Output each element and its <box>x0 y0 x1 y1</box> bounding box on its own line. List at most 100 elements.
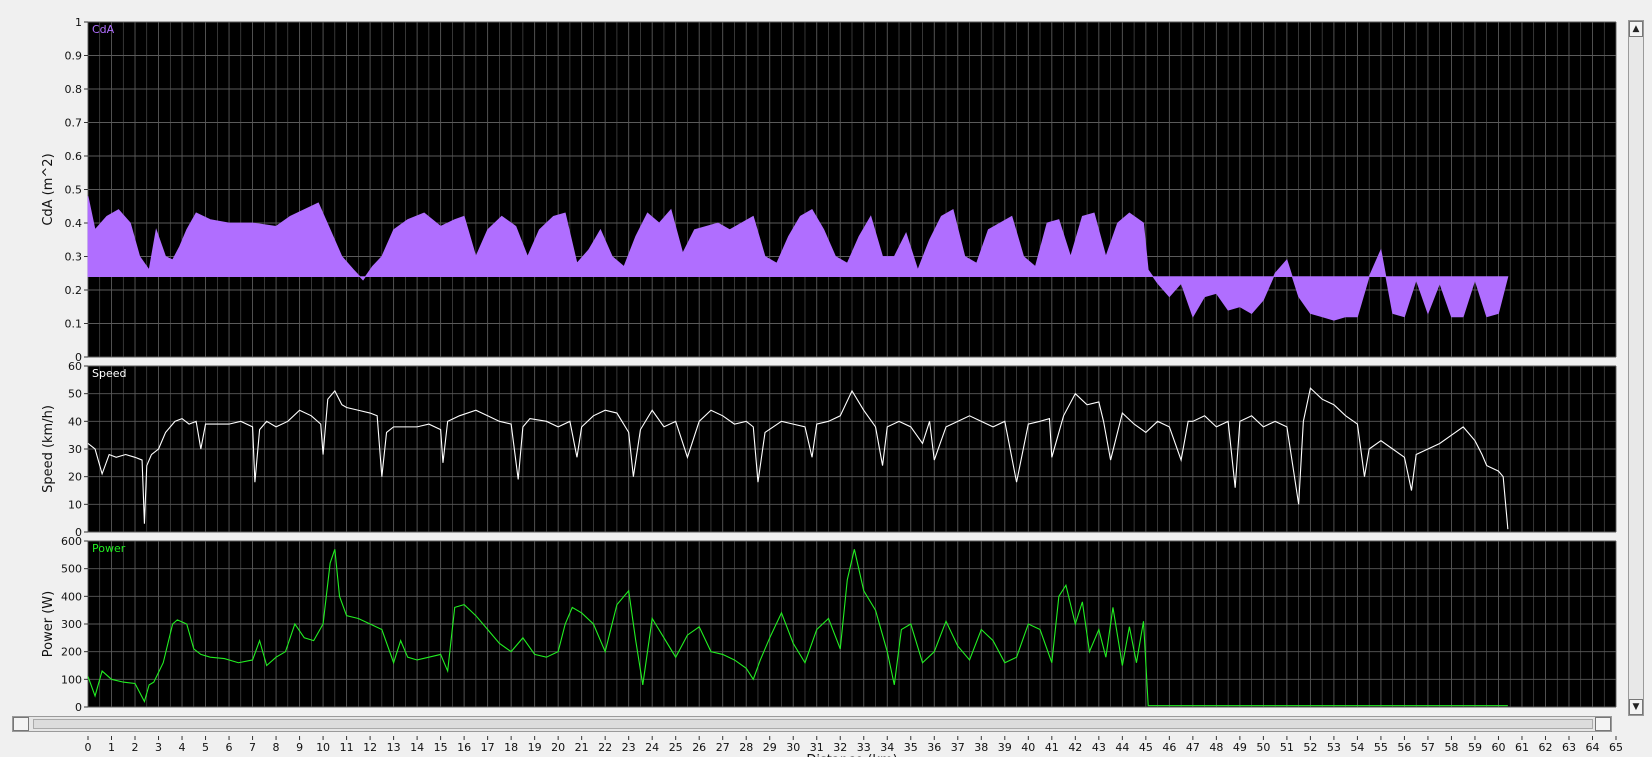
y-axis-label: Power (W) <box>41 591 56 657</box>
y-tick-label: 30 <box>68 443 82 456</box>
x-tick-label: 20 <box>551 741 565 754</box>
x-tick-label: 38 <box>974 741 988 754</box>
x-tick-label: 46 <box>1162 741 1176 754</box>
x-tick-label: 19 <box>528 741 542 754</box>
x-tick-label: 54 <box>1350 741 1364 754</box>
y-tick-label: 20 <box>68 471 82 484</box>
x-tick-label: 8 <box>273 741 280 754</box>
x-tick-label: 27 <box>716 741 730 754</box>
x-tick-label: 15 <box>434 741 448 754</box>
x-tick-label: 37 <box>951 741 965 754</box>
chart-window: 0 0.1 0.2 0.3 0.4 0.5 0.6 0.7 0.8 0.9 1 CdA (m^2) Cd… <box>0 0 1652 757</box>
x-tick-label: 9 <box>296 741 303 754</box>
x-tick-label: 61 <box>1515 741 1529 754</box>
y-tick-label: 300 <box>61 618 82 631</box>
chart-area: 0 0.1 0.2 0.3 0.4 0.5 0.6 0.7 0.8 0.9 1 CdA (m^2) Cd… <box>41 16 1623 757</box>
y-tick-label: 0.2 <box>65 284 83 297</box>
x-tick-label: 30 <box>786 741 800 754</box>
x-tick-label: 12 <box>363 741 377 754</box>
x-tick-label: 16 <box>457 741 471 754</box>
y-tick-label: 1 <box>75 16 82 29</box>
x-tick-label: 43 <box>1092 741 1106 754</box>
x-tick-label: 1 <box>108 741 115 754</box>
x-tick-label: 7 <box>249 741 256 754</box>
y-tick-label: 40 <box>68 415 82 428</box>
x-tick-label: 42 <box>1068 741 1082 754</box>
x-tick-label: 56 <box>1397 741 1411 754</box>
y-tick-label: 100 <box>61 673 82 686</box>
x-tick-label: 11 <box>340 741 354 754</box>
scroll-up-button[interactable]: ▲ <box>1629 21 1643 37</box>
x-tick-label: 57 <box>1421 741 1435 754</box>
x-tick-label: 50 <box>1256 741 1270 754</box>
y-tick-label: 500 <box>61 563 82 576</box>
up-arrow-icon: ▲ <box>1632 24 1640 34</box>
x-axis-label: Distance (km) <box>806 753 897 757</box>
x-tick-label: 63 <box>1562 741 1576 754</box>
y-tick-label: 200 <box>61 646 82 659</box>
x-tick-label: 5 <box>202 741 209 754</box>
x-tick-label: 53 <box>1327 741 1341 754</box>
y-tick-label: 400 <box>61 590 82 603</box>
x-tick-label: 6 <box>226 741 233 754</box>
y-tick-label: 0 <box>75 701 82 714</box>
y-axis-label: Speed (km/h) <box>41 405 56 493</box>
y-tick-label: 50 <box>68 388 82 401</box>
panel-title: Power <box>92 542 126 555</box>
x-tick-label: 17 <box>481 741 495 754</box>
y-tick-label: 10 <box>68 498 82 511</box>
x-tick-label: 59 <box>1468 741 1482 754</box>
horizontal-scrollbar[interactable] <box>12 716 1612 732</box>
panel-title: CdA <box>92 23 115 36</box>
x-tick-label: 35 <box>904 741 918 754</box>
scroll-left-button[interactable] <box>13 717 29 731</box>
y-tick-label: 0.8 <box>65 83 83 96</box>
y-tick-label: 0.9 <box>65 50 83 63</box>
x-tick-label: 24 <box>645 741 659 754</box>
x-tick-label: 49 <box>1233 741 1247 754</box>
x-tick-label: 52 <box>1303 741 1317 754</box>
x-tick-label: 4 <box>179 741 186 754</box>
x-tick-label: 25 <box>669 741 683 754</box>
x-tick-label: 18 <box>504 741 518 754</box>
y-tick-label: 0.4 <box>65 217 83 230</box>
y-tick-label: 0.1 <box>65 318 83 331</box>
y-axis-label: CdA (m^2) <box>41 153 56 225</box>
y-tick-label: 0.5 <box>65 184 83 197</box>
x-tick-label: 40 <box>1021 741 1035 754</box>
x-tick-label: 21 <box>575 741 589 754</box>
x-tick-label: 22 <box>598 741 612 754</box>
scroll-down-button[interactable]: ▼ <box>1629 699 1643 715</box>
x-tick-label: 3 <box>155 741 162 754</box>
y-tick-label: 0.3 <box>65 251 83 264</box>
horizontal-scroll-thumb[interactable] <box>33 719 1593 729</box>
x-tick-label: 39 <box>998 741 1012 754</box>
x-tick-label: 47 <box>1186 741 1200 754</box>
x-tick-label: 2 <box>132 741 139 754</box>
x-tick-label: 10 <box>316 741 330 754</box>
panel-title: Speed <box>92 367 126 380</box>
x-tick-label: 48 <box>1209 741 1223 754</box>
x-tick-label: 23 <box>622 741 636 754</box>
x-tick-label: 26 <box>692 741 706 754</box>
scroll-right-button[interactable] <box>1595 717 1611 731</box>
x-tick-label: 14 <box>410 741 424 754</box>
x-tick-label: 29 <box>763 741 777 754</box>
x-tick-label: 44 <box>1115 741 1129 754</box>
x-tick-label: 13 <box>387 741 401 754</box>
x-tick-label: 64 <box>1585 741 1599 754</box>
y-tick-label: 0.7 <box>65 117 83 130</box>
x-tick-label: 65 <box>1609 741 1623 754</box>
y-tick-label: 60 <box>68 360 82 373</box>
y-tick-label: 0.6 <box>65 150 83 163</box>
y-tick-label: 600 <box>61 535 82 548</box>
x-tick-label: 36 <box>927 741 941 754</box>
x-tick-label: 60 <box>1491 741 1505 754</box>
vertical-scrollbar[interactable]: ▲ ▼ <box>1628 20 1644 716</box>
x-tick-label: 51 <box>1280 741 1294 754</box>
x-tick-label: 62 <box>1538 741 1552 754</box>
x-tick-label: 41 <box>1045 741 1059 754</box>
x-tick-label: 0 <box>85 741 92 754</box>
x-tick-label: 28 <box>739 741 753 754</box>
down-arrow-icon: ▼ <box>1632 702 1640 712</box>
